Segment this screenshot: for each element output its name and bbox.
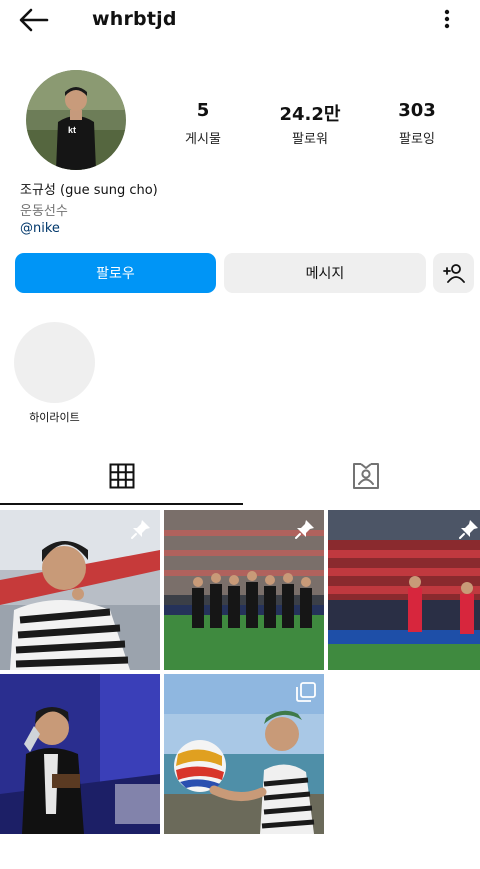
post-tile-2[interactable] (164, 510, 324, 670)
tagged-person-icon (353, 463, 379, 489)
follow-button-label: 팔로우 (96, 266, 135, 282)
top-bar: whrbtjd (0, 0, 480, 40)
profile-category: 운동선수 (20, 204, 68, 219)
grid-icon (109, 463, 135, 489)
arrow-left-icon (19, 8, 49, 32)
pin-icon (295, 520, 314, 539)
profile-avatar[interactable]: kt (26, 70, 126, 170)
post-tile-1[interactable] (0, 510, 160, 670)
profile-username: whrbtjd (92, 8, 177, 30)
post-tile-4[interactable] (0, 674, 160, 834)
back-button[interactable] (18, 6, 54, 34)
profile-tag-link[interactable]: @nike (20, 221, 60, 236)
carousel-icon (296, 682, 316, 702)
following-count-value: 303 (398, 100, 436, 121)
highlight-circle[interactable] (14, 322, 95, 403)
more-vertical-icon (444, 9, 450, 29)
highlight-label: 하이라이트 (29, 411, 80, 424)
followers-count-label: 팔로워 (292, 132, 328, 147)
post-tile-3[interactable] (328, 510, 480, 670)
post-tile-5[interactable] (164, 674, 324, 834)
active-tab-indicator (0, 503, 243, 505)
tab-tagged[interactable] (246, 456, 480, 496)
pin-icon (131, 520, 150, 539)
suggest-people-button[interactable] (433, 253, 474, 293)
follow-button[interactable]: 팔로우 (15, 253, 216, 293)
following-count[interactable]: 303 팔로잉 (372, 100, 462, 147)
posts-count-value: 5 (196, 100, 210, 121)
message-button-label: 메시지 (305, 266, 345, 282)
profile-full-name: 조규성 (gue sung cho) (20, 183, 158, 198)
svg-text:kt: kt (68, 125, 76, 135)
followers-count[interactable]: 24.2만 팔로워 (265, 100, 355, 147)
pin-icon (459, 520, 478, 539)
more-options-button[interactable] (438, 6, 456, 34)
posts-count-label: 게시물 (185, 132, 221, 147)
tab-posts-grid[interactable] (2, 456, 242, 496)
posts-count: 5 게시물 (158, 100, 248, 147)
followers-count-value: 24.2만 (279, 104, 341, 125)
person-add-icon (442, 264, 465, 283)
following-count-label: 팔로잉 (399, 132, 435, 147)
post-image-award-ceremony (0, 674, 160, 834)
message-button[interactable]: 메시지 (224, 253, 426, 293)
